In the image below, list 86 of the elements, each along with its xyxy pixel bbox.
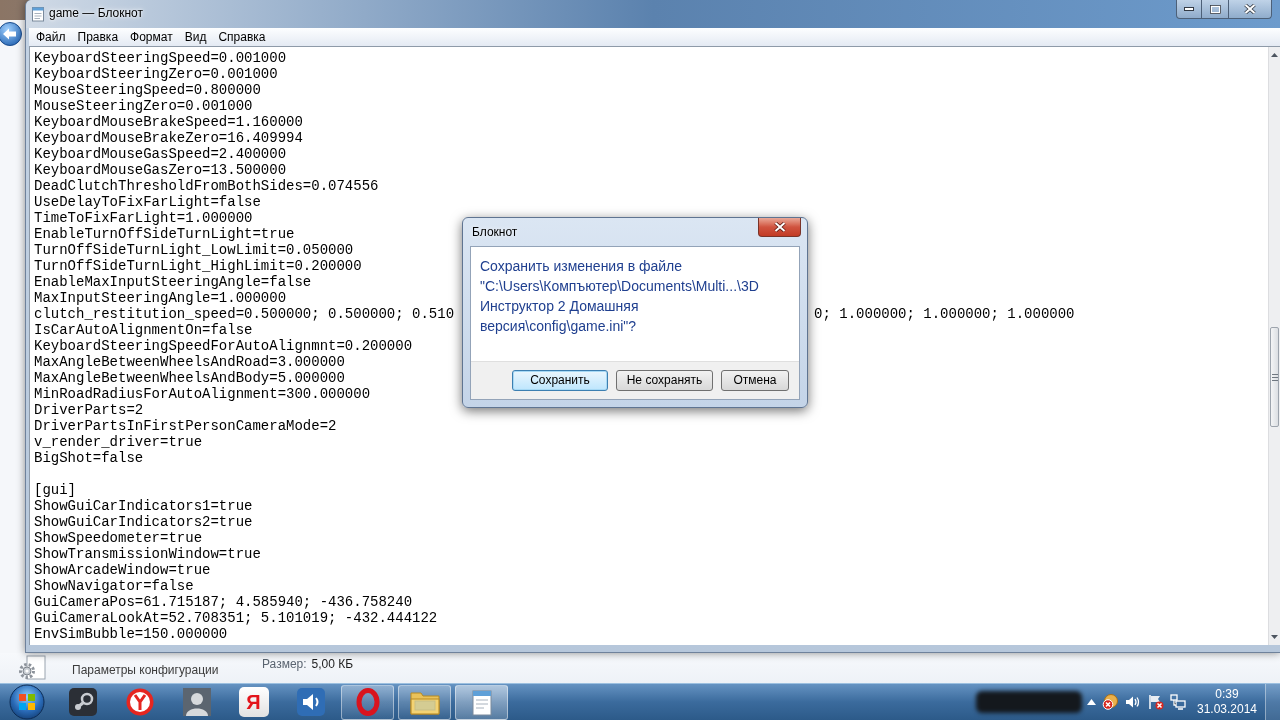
text-line: v_render_driver=true [34,434,203,450]
text-line: MaxInputSteeringAngle=1.000000 [34,290,287,306]
fork-logo-icon [125,688,154,716]
error-badge-icon[interactable] [1102,694,1118,710]
menu-item[interactable]: Справка [212,29,272,45]
dialog-button[interactable]: Сохранить [512,370,608,391]
close-icon [1244,4,1256,14]
text-line: [gui] [34,482,76,498]
scrollbar-thumb[interactable] [1270,327,1279,427]
piston-logo-icon [68,688,97,716]
text-line: ShowGuiCarIndicators1=true [34,498,253,514]
text-line: KeyboardSteeringSpeed=0.001000 [34,50,287,66]
text-line: BigShot=false [34,450,144,466]
text-line: UseDelayToFixFarLight=false [34,194,261,210]
text-line: ShowArcadeWindow=true [34,562,211,578]
dialog-button[interactable]: Не сохранять [616,370,713,391]
size-value: 5,00 КБ [311,657,354,671]
close-button[interactable] [758,218,801,237]
text-line: MinRoadRadiusForAutoAlignment=300.000000 [34,386,371,402]
text-line: MaxAngleBetweenWheelsAndBody=5.000000 [34,370,345,386]
notepad-icon [30,6,46,22]
text-line: TimeToFixFarLight=1.000000 [34,210,253,226]
minimize-icon [1184,7,1194,11]
back-arrow-icon[interactable] [0,22,22,46]
show-desktop-button[interactable] [1265,684,1280,720]
text-line: 0; 1.000000; 1.000000; 1.000000 [814,306,1075,322]
close-button[interactable] [1228,0,1272,19]
taskbar-button[interactable] [341,684,394,720]
menu-item[interactable]: Правка [71,29,125,45]
text-line: EnableTurnOffSideTurnLight=true [34,226,295,242]
close-icon [773,222,786,232]
text-line: clutch_restitution_speed=0.500000; 0.500000; 0.510 [34,306,455,322]
text-line: ShowGuiCarIndicators2=true [34,514,253,530]
text-line: GuiCameraPos=61.715187; 4.585940; -436.758240 [34,594,413,610]
up-arrow-icon[interactable] [1271,53,1278,57]
text-line: KeyboardMouseGasSpeed=2.400000 [34,146,287,162]
window-title: game — Блокнот [49,6,144,20]
size-label: Размер: [262,657,307,671]
text-line: MaxAngleBetweenWheelsAndRoad=3.000000 [34,354,345,370]
dialog-title: Блокнот [472,225,518,239]
dialog-message: Сохранить изменения в файле "C:\Users\Компъютер\Documents\Multi...\3D Инструктор 2 Домашняя версия\config\game.ini"? [480,257,760,336]
text-line: ShowTransmissionWindow=true [34,546,261,562]
text-line: KeyboardMouseBrakeSpeed=1.160000 [34,114,303,130]
clock-date[interactable]: 31.03.2014 [1196,702,1258,717]
taskbar-button[interactable]: Я [238,687,269,717]
clock-time[interactable]: 0:39 [1215,687,1239,702]
text-line: EnableMaxInputSteeringAngle=false [34,274,312,290]
folder-icon [409,689,440,715]
grip-icon [1271,373,1278,381]
text-line: MouseSteeringZero=0.001000 [34,98,253,114]
text-line: KeyboardMouseBrakeZero=16.409994 [34,130,303,146]
text-line: MouseSteeringSpeed=0.800000 [34,82,261,98]
text-line: ShowNavigator=false [34,578,194,594]
text-line: DriverPartsInFirstPersonCameraMode=2 [34,418,337,434]
flag-icon[interactable] [1148,694,1164,710]
speaker-icon [296,688,325,716]
maximize-icon [1209,4,1221,14]
taskbar-button[interactable] [455,684,508,720]
down-arrow-icon[interactable] [1271,635,1278,639]
text-line: DriverParts=2 [34,402,144,418]
start-button[interactable] [9,684,45,720]
text-line: TurnOffSideTurnLight_LowLimit=0.050000 [34,242,354,258]
menu-item[interactable]: Формат [124,29,179,45]
maximize-button[interactable] [1202,0,1228,19]
text-line: IsCarAutoAlignmentOn=false [34,322,253,338]
menu-item[interactable]: Вид [178,29,213,45]
minimize-button[interactable] [1176,0,1202,19]
text-line: KeyboardMouseGasZero=13.500000 [34,162,287,178]
text-line: EnvSimBubble=150.000000 [34,626,228,642]
menu-item[interactable]: Файл [30,29,72,45]
file-type-text: Параметры конфигурации [72,663,219,677]
gear-document-icon [18,655,46,681]
network-icon[interactable] [1170,694,1186,710]
text-line: GuiCameraLookAt=52.708351; 5.101019; -432.444122 [34,610,438,626]
text-line: DeadClutchThresholdFromBothSides=0.074556 [34,178,379,194]
avatar-icon [182,688,211,716]
o-ring-icon [355,688,380,716]
speaker-icon[interactable] [1125,694,1141,710]
vertical-scrollbar[interactable] [1268,47,1280,645]
text-line: KeyboardSteeringSpeedForAutoAlignmnt=0.200000 [34,338,413,354]
taskbar-button[interactable] [398,684,451,720]
text-line: ShowSpeedometer=true [34,530,203,546]
text-line: TurnOffSideTurnLight_HighLimit=0.200000 [34,258,362,274]
dialog-button[interactable]: Отмена [721,370,789,391]
up-arrow-icon[interactable] [1087,699,1096,705]
text-line: KeyboardSteeringZero=0.001000 [34,66,278,82]
